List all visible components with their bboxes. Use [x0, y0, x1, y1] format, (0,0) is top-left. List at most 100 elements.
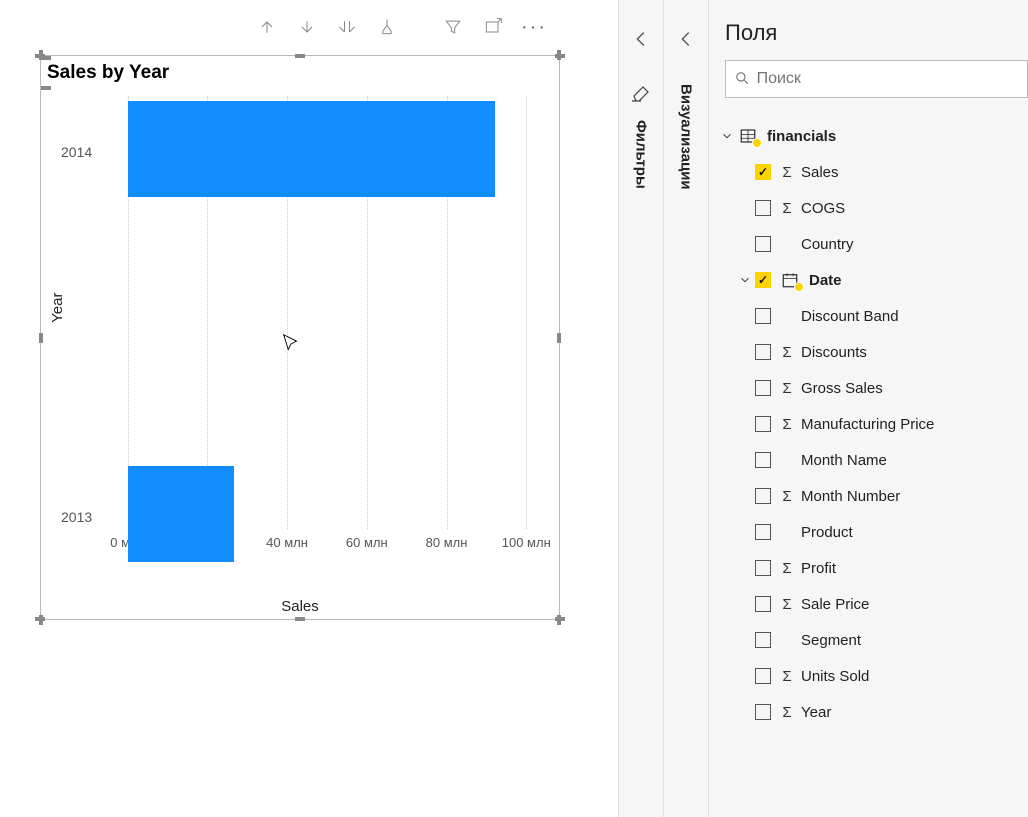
- field-checkbox[interactable]: [755, 632, 771, 648]
- filters-label[interactable]: Фильтры: [633, 120, 650, 189]
- sigma-icon: Σ: [779, 164, 795, 181]
- field-date[interactable]: Date: [709, 262, 1028, 298]
- chart-title: Sales by Year: [41, 56, 559, 86]
- field-checkbox[interactable]: [755, 704, 771, 720]
- chart-plot-area: 0 млн 20 млн 40 млн 60 млн 80 млн 100 мл…: [101, 96, 544, 564]
- x-tick: 80 млн: [426, 535, 468, 550]
- field-label: Month Number: [801, 488, 900, 505]
- sigma-icon: Σ: [779, 632, 795, 649]
- fields-pane-title: Поля: [709, 0, 1028, 60]
- x-axis-title: Sales: [281, 598, 319, 615]
- field-label: Discounts: [801, 344, 867, 361]
- fields-pane: Поля financials ΣSalesΣCOGSΣCountryDateΣ…: [708, 0, 1028, 817]
- field-product[interactable]: Σ Product: [709, 514, 1028, 550]
- sigma-icon: Σ: [779, 596, 795, 613]
- field-checkbox[interactable]: [755, 596, 771, 612]
- report-canvas[interactable]: ··· Sales by Year Year 0 млн 20 млн 40 м…: [0, 0, 618, 817]
- field-checkbox[interactable]: [755, 560, 771, 576]
- y-axis-title: Year: [49, 292, 66, 322]
- field-label: Units Sold: [801, 668, 869, 685]
- field-label: Country: [801, 236, 854, 253]
- field-checkbox[interactable]: [755, 488, 771, 504]
- caret-down-icon[interactable]: [735, 273, 755, 287]
- field-label: Month Name: [801, 452, 887, 469]
- field-cogs[interactable]: ΣCOGS: [709, 190, 1028, 226]
- filters-panel-collapsed: Фильтры: [618, 0, 663, 817]
- sigma-icon: Σ: [779, 488, 795, 505]
- filter-icon[interactable]: [441, 15, 465, 39]
- field-label: Product: [801, 524, 853, 541]
- sigma-icon: Σ: [779, 452, 795, 469]
- expand-down-icon[interactable]: [335, 15, 359, 39]
- field-profit[interactable]: Σ Profit: [709, 550, 1028, 586]
- field-gross-sales[interactable]: Σ Gross Sales: [709, 370, 1028, 406]
- field-discounts[interactable]: Σ Discounts: [709, 334, 1028, 370]
- sigma-icon: Σ: [779, 704, 795, 721]
- y-tick: 2013: [61, 509, 92, 525]
- sigma-icon: Σ: [779, 668, 795, 685]
- field-label: Year: [801, 704, 831, 721]
- more-options-icon[interactable]: ···: [521, 16, 547, 39]
- field-checkbox[interactable]: [755, 164, 771, 180]
- table-label: financials: [767, 128, 836, 145]
- focus-mode-icon[interactable]: [481, 15, 505, 39]
- field-checkbox[interactable]: [755, 416, 771, 432]
- visualizations-label[interactable]: Визуализации: [678, 84, 695, 190]
- field-checkbox[interactable]: [755, 308, 771, 324]
- expand-filters-icon[interactable]: [630, 28, 652, 50]
- bar-2014[interactable]: [128, 101, 496, 197]
- date-hierarchy-icon: [779, 271, 801, 289]
- sigma-icon: Σ: [779, 416, 795, 433]
- sigma-icon: Σ: [779, 200, 795, 217]
- field-label: Date: [809, 272, 842, 289]
- x-tick: 60 млн: [346, 535, 388, 550]
- field-checkbox[interactable]: [755, 524, 771, 540]
- field-sales[interactable]: Σ Sales: [709, 154, 1028, 190]
- field-month-number[interactable]: Σ Month Number: [709, 478, 1028, 514]
- table-financials[interactable]: financials: [709, 118, 1028, 154]
- fields-search-input[interactable]: [757, 70, 1019, 88]
- field-month-name[interactable]: Σ Month Name: [709, 442, 1028, 478]
- field-checkbox[interactable]: [755, 452, 771, 468]
- field-checkbox[interactable]: [755, 272, 771, 288]
- field-label: Sales: [801, 164, 839, 181]
- field-checkbox[interactable]: [755, 668, 771, 684]
- field-checkbox[interactable]: [755, 344, 771, 360]
- visual-header-toolbar: ···: [255, 15, 547, 39]
- drill-down-icon[interactable]: [295, 15, 319, 39]
- field-label: Sale Price: [801, 596, 869, 613]
- field-sale-price[interactable]: Σ Sale Price: [709, 586, 1028, 622]
- drill-up-icon[interactable]: [255, 15, 279, 39]
- caret-down-icon[interactable]: [717, 129, 737, 143]
- sigma-icon: Σ: [779, 380, 795, 397]
- x-tick: 40 млн: [266, 535, 308, 550]
- field-label: Segment: [801, 632, 861, 649]
- fields-tree: financials ΣSalesΣCOGSΣCountryDateΣDisco…: [709, 98, 1028, 730]
- field-manufacturing-price[interactable]: ΣManufacturing Price: [709, 406, 1028, 442]
- expand-visualizations-icon[interactable]: [675, 28, 697, 50]
- fields-search[interactable]: [725, 60, 1028, 98]
- sigma-icon: Σ: [779, 524, 795, 541]
- sigma-icon: Σ: [779, 236, 795, 253]
- sigma-icon: Σ: [779, 308, 795, 325]
- field-checkbox[interactable]: [755, 200, 771, 216]
- field-country[interactable]: Σ Country: [709, 226, 1028, 262]
- field-label: Discount Band: [801, 308, 899, 325]
- field-checkbox[interactable]: [755, 380, 771, 396]
- table-icon: [737, 127, 759, 145]
- field-units-sold[interactable]: Σ Units Sold: [709, 658, 1028, 694]
- field-discount-band[interactable]: Σ Discount Band: [709, 298, 1028, 334]
- sigma-icon: Σ: [779, 560, 795, 577]
- bar-2013[interactable]: [128, 466, 234, 562]
- field-segment[interactable]: Σ Segment: [709, 622, 1028, 658]
- eraser-icon[interactable]: [629, 80, 653, 104]
- x-tick: 100 млн: [502, 535, 551, 550]
- field-label: Gross Sales: [801, 380, 883, 397]
- hierarchy-icon[interactable]: [375, 15, 399, 39]
- y-tick: 2014: [61, 144, 92, 160]
- visualizations-panel-collapsed: Визуализации: [663, 0, 708, 817]
- field-year[interactable]: Σ Year: [709, 694, 1028, 730]
- field-checkbox[interactable]: [755, 236, 771, 252]
- sigma-icon: Σ: [779, 344, 795, 361]
- field-label: Profit: [801, 560, 836, 577]
